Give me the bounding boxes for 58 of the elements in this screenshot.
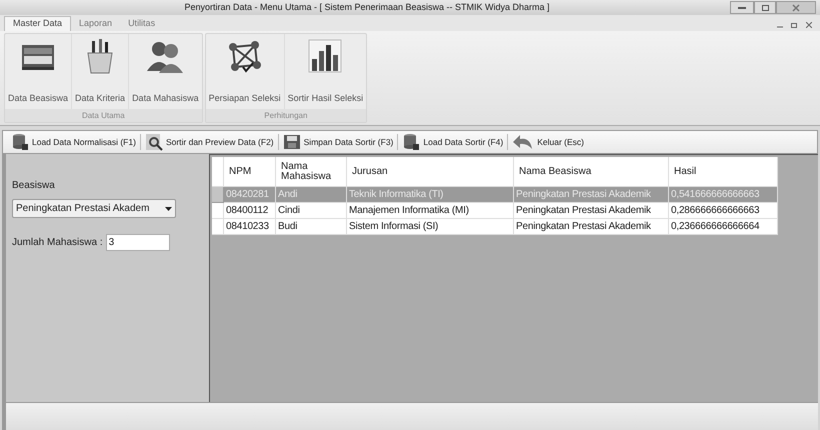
window-title: Penyortiran Data - Menu Utama - [ Sistem Penerimaan Beasiswa -- STMIK Widya Dharma ] [184,3,550,12]
table-cell-text: Budi [278,220,298,234]
table-cell-text: 0,236666666666664 [671,220,760,234]
magnifier-icon [144,133,163,151]
group-label: Data Utama [82,110,125,122]
table-cell-text: Andi [278,188,298,202]
ribbon-tab[interactable]: Utilitas [120,16,164,31]
table-cell-text: 08410233 [226,220,269,234]
table-cell-text: 0,286666666666663 [671,204,760,218]
table-cell-text: Peningkatan Prestasi Akademik [516,204,651,218]
ribbon-button[interactable]: Data Mahasiswa [129,34,202,109]
ribbon-tab[interactable]: Master Data [4,16,72,31]
column-header: NPM [229,166,252,176]
field-label: Beasiswa [12,179,56,193]
minimize-button[interactable] [730,1,754,14]
toolbar-button[interactable]: Simpan Data Sortir (F3) [282,133,394,151]
row-header [212,219,224,235]
count-field[interactable]: 3 [106,234,170,251]
table-cell-text: Teknik Informatika (TI) [349,188,444,202]
table-row[interactable]: 08410233 Budi Sistem Informasi (SI) Peningkatan Prestasi Akademik 0,236666666666664 [212,219,778,235]
column-header: Hasil [674,166,696,176]
network-icon [226,39,263,75]
maximize-button[interactable] [754,1,776,14]
database-icon [402,133,420,151]
ribbon-button[interactable]: Data Beasiswa [5,34,72,109]
table-cell-text: 08420281 [226,188,269,202]
users-icon [146,39,184,73]
close-icon[interactable] [806,22,812,28]
undo-arrow-icon [512,133,534,151]
column-header: Nama Mahasiswa [281,162,332,182]
caret-icon [165,206,172,210]
field-label: Jumlah Mahasiswa : [12,236,103,250]
row-header [212,187,224,203]
toolbar-button[interactable]: Sortir dan Preview Data (F2) [144,133,274,151]
close-icon [792,4,800,12]
column-header: Jurusan [352,166,388,176]
scholarship-dropdown[interactable]: Peningkatan Prestasi Akadem [12,199,176,218]
close-button[interactable] [776,1,816,14]
ribbon-button[interactable]: Sortir Hasil Seleksi [284,34,366,109]
database-icon [11,133,29,151]
bar-chart-icon [308,39,342,73]
ribbon-tab[interactable]: Laporan [71,16,120,31]
table-cell-text: Peningkatan Prestasi Akademik [516,188,651,202]
table-cell-text: 08400112 [226,204,268,218]
group-label: Perhitungan [264,110,308,122]
row-header [212,203,224,219]
restore-icon[interactable] [791,22,798,28]
column-header: Nama Beasiswa [519,166,592,176]
toolbar-button[interactable]: Load Data Sortir (F4) [402,133,504,151]
table-cell-text: Manajemen Informatika (MI) [349,204,469,218]
table-cell-text: Sistem Informasi (SI) [349,220,438,234]
table-cell-text: Cindi [278,204,300,218]
toolbar-button[interactable]: Load Data Normalisasi (F1) [11,133,136,151]
table-cell-text: Peningkatan Prestasi Akademik [516,220,651,234]
toolbar-button[interactable]: Keluar (Esc) [512,133,584,151]
table-cell-text: 0,541666666666663 [671,188,760,202]
table-row[interactable]: 08400112 Cindi Manajemen Informatika (MI) Peningkatan Prestasi Akademik 0,286666666666663 [212,203,778,219]
ribbon-button[interactable]: Data Kriteria [72,34,130,109]
